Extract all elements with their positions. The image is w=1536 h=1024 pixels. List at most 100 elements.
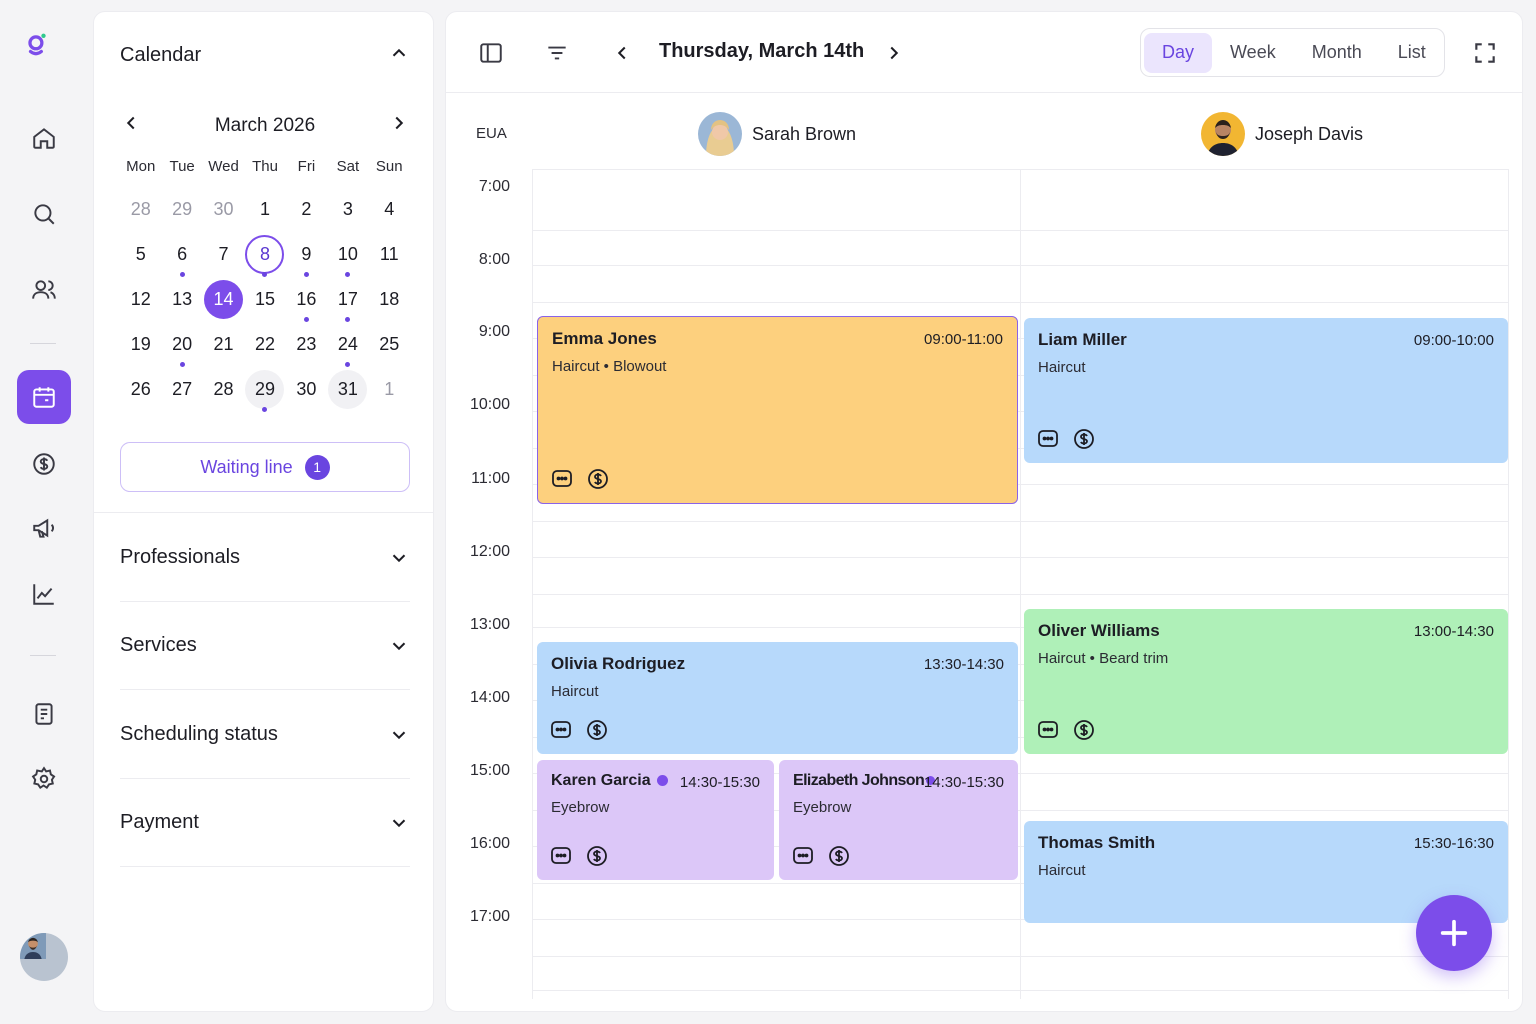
chevron-up-icon[interactable] (388, 42, 410, 69)
filter-services[interactable]: Services (120, 602, 410, 690)
appointment-card[interactable]: Elizabeth Johnson 14:30-15:30 Eyebrow (779, 760, 1018, 880)
appointment-card[interactable]: Oliver Williams 13:00-14:30 Haircut • Be… (1024, 609, 1508, 754)
calendar-day-number: 19 (130, 334, 151, 354)
calendar-icon[interactable] (17, 370, 71, 424)
message-icon[interactable] (549, 718, 573, 742)
calendar-day[interactable]: 10 (327, 235, 368, 277)
users-icon[interactable] (17, 263, 71, 317)
calendar-day[interactable]: 27 (161, 370, 202, 409)
megaphone-icon[interactable] (17, 501, 71, 555)
payment-icon[interactable] (585, 718, 609, 742)
calendar-day[interactable]: 8 (244, 235, 285, 277)
message-icon[interactable] (791, 844, 815, 868)
calendar-day[interactable]: 13 (161, 280, 202, 319)
calendar-day[interactable]: 30 (203, 190, 244, 229)
professional-header-joseph-davis[interactable]: Joseph Davis (1201, 112, 1363, 156)
calendar-day[interactable]: 3 (327, 190, 368, 229)
message-icon[interactable] (1036, 427, 1060, 451)
add-appointment-button[interactable] (1416, 895, 1492, 971)
calendar-day[interactable]: 23 (286, 325, 327, 364)
calendar-day[interactable]: 15 (244, 280, 285, 319)
grid-column-line (532, 169, 533, 999)
next-day-button[interactable] (879, 38, 909, 68)
chevron-down-icon (392, 819, 406, 827)
tab-day[interactable]: Day (1144, 32, 1213, 73)
tab-month[interactable]: Month (1294, 33, 1380, 73)
payment-icon[interactable] (586, 467, 610, 491)
calendar-day[interactable]: 20 (161, 325, 202, 367)
appointment-card[interactable]: Liam Miller 09:00-10:00 Haircut (1024, 318, 1508, 463)
dollar-icon[interactable] (17, 437, 71, 491)
home-icon[interactable] (17, 111, 71, 165)
chevron-down-icon (392, 642, 406, 650)
calendar-day[interactable]: 18 (369, 280, 410, 319)
fullscreen-icon[interactable] (1470, 38, 1500, 68)
payment-icon[interactable] (585, 844, 609, 868)
calendar-day[interactable]: 11 (369, 235, 410, 274)
event-indicator-dot (179, 272, 185, 277)
calendar-day[interactable]: 29 (244, 370, 285, 412)
professional-header-sarah-brown[interactable]: Sarah Brown (698, 112, 856, 156)
calendar-day[interactable]: 22 (244, 325, 285, 364)
calendar-day[interactable]: 24 (327, 325, 368, 367)
professional-name: Sarah Brown (752, 123, 857, 144)
chart-icon[interactable] (17, 567, 71, 621)
event-indicator-dot (262, 407, 268, 412)
payment-icon[interactable] (827, 844, 851, 868)
payment-icon[interactable] (1072, 718, 1096, 742)
calendar-day[interactable]: 29 (161, 190, 202, 229)
filter-icon[interactable] (542, 38, 572, 68)
filter-scheduling-status[interactable]: Scheduling status (120, 691, 410, 779)
calendar-day[interactable]: 21 (203, 325, 244, 364)
calendar-day[interactable]: 25 (369, 325, 410, 364)
document-icon[interactable] (17, 687, 71, 741)
calendar-day-number: 8 (245, 235, 285, 274)
calendar-day[interactable]: 5 (120, 235, 161, 274)
tab-week[interactable]: Week (1212, 33, 1294, 73)
appointment-time: 09:00-11:00 (924, 331, 1003, 348)
previous-month-button[interactable] (120, 112, 142, 139)
sidebar-header: Calendar (120, 42, 410, 69)
calendar-day[interactable]: 9 (286, 235, 327, 277)
sidebar-toggle-icon[interactable] (476, 38, 506, 68)
message-icon[interactable] (550, 467, 574, 491)
filter-payment[interactable]: Payment (120, 779, 410, 867)
calendar-day[interactable]: 17 (327, 280, 368, 322)
calendar-day[interactable]: 26 (120, 370, 161, 409)
appointment-card[interactable]: Olivia Rodriguez 13:30-14:30 Haircut (537, 642, 1018, 754)
appointment-time: 15:30-16:30 (1413, 835, 1494, 852)
calendar-day[interactable]: 4 (369, 190, 410, 229)
calendar-day[interactable]: 6 (161, 235, 202, 277)
gear-icon[interactable] (17, 752, 71, 806)
calendar-day[interactable]: 16 (286, 280, 327, 322)
calendar-day[interactable]: 31 (327, 370, 368, 409)
weekday-label: Thu (252, 158, 278, 175)
next-month-button[interactable] (388, 112, 410, 139)
calendar-day[interactable]: 1 (244, 190, 285, 229)
calendar-day[interactable]: 28 (120, 190, 161, 229)
calendar-day[interactable]: 2 (286, 190, 327, 229)
appointment-card[interactable]: Emma Jones 09:00-11:00 Haircut • Blowout (537, 316, 1018, 504)
calendar-day-number: 30 (213, 199, 234, 219)
message-icon[interactable] (549, 844, 573, 868)
calendar-day[interactable]: 1 (369, 370, 410, 409)
appointment-card[interactable]: Karen Garcia 14:30-15:30 Eyebrow (537, 760, 774, 880)
waiting-line-button[interactable]: Waiting line 1 (120, 442, 410, 492)
filter-professionals[interactable]: Professionals (120, 514, 410, 602)
calendar-day[interactable]: 14 (203, 280, 244, 319)
previous-day-button[interactable] (607, 38, 637, 68)
calendar-day[interactable]: 12 (120, 280, 161, 319)
calendar-day[interactable]: 19 (120, 325, 161, 364)
calendar-day-number: 3 (342, 199, 353, 219)
payment-icon[interactable] (1072, 427, 1096, 451)
calendar-day[interactable]: 30 (286, 370, 327, 409)
hour-label: 10:00 (469, 396, 510, 413)
app-logo-icon[interactable] (24, 32, 64, 80)
message-icon[interactable] (1036, 718, 1060, 742)
tab-list[interactable]: List (1380, 33, 1444, 73)
user-avatar[interactable] (20, 933, 68, 981)
calendar-day[interactable]: 7 (203, 235, 244, 274)
search-icon[interactable] (17, 187, 71, 241)
event-indicator-dot (345, 317, 351, 322)
calendar-day[interactable]: 28 (203, 370, 244, 409)
